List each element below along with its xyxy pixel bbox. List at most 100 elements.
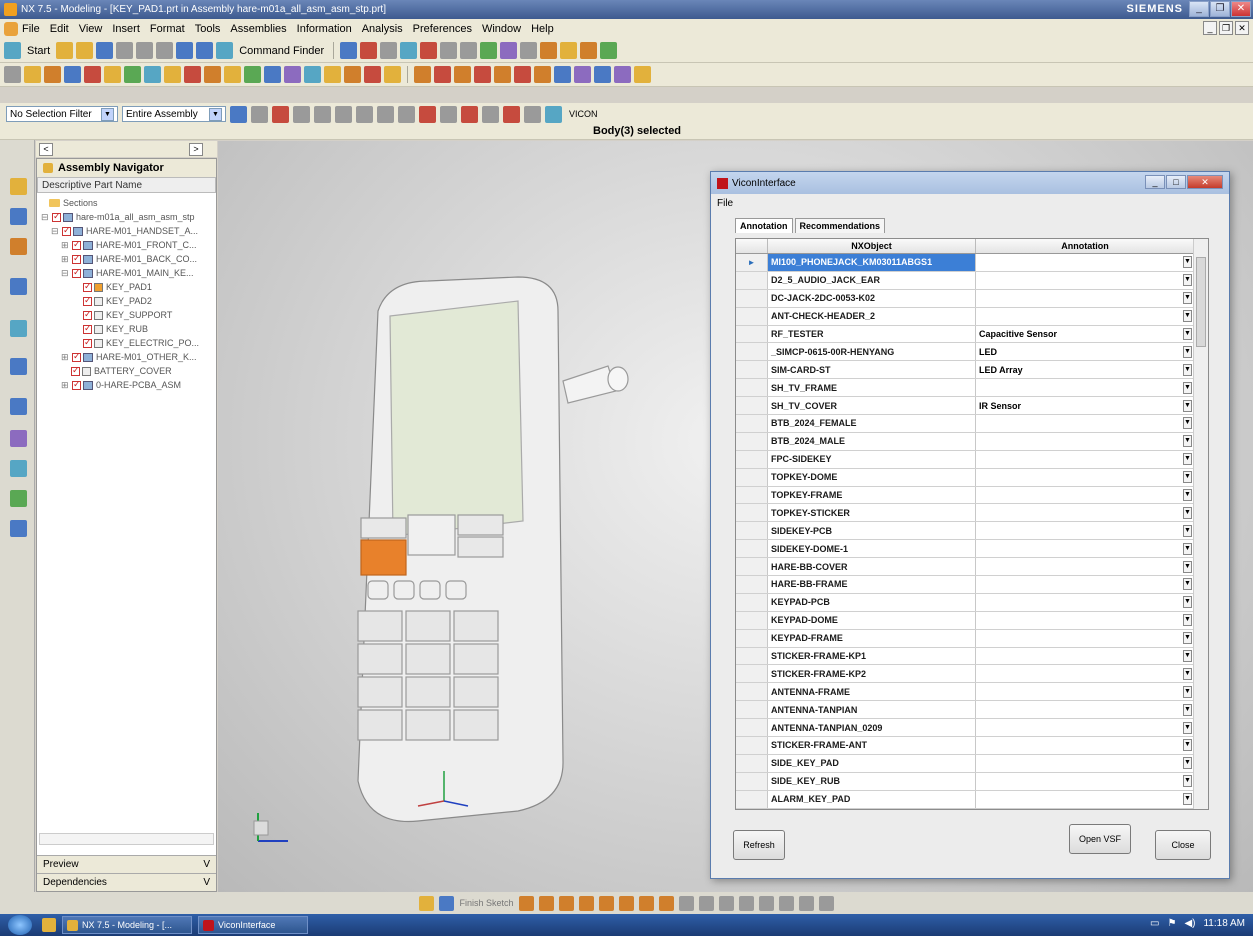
expand-toggle-icon[interactable]: ⊞: [61, 380, 70, 391]
sketch-task-icon[interactable]: [419, 895, 435, 911]
process-studio-icon[interactable]: [10, 460, 27, 477]
table-row[interactable]: ANT-CHECK-HEADER_2 ▼: [736, 307, 1208, 326]
dialog-file-menu[interactable]: File: [717, 198, 733, 209]
table-row[interactable]: KEYPAD-DOME ▼: [736, 611, 1208, 630]
dialog-minimize-button[interactable]: _: [1145, 175, 1165, 189]
tree-node[interactable]: ⊟ HARE-M01_HANDSET_A...: [37, 224, 216, 238]
expand-toggle-icon[interactable]: ⊞: [61, 254, 70, 265]
assembly-navigator-icon[interactable]: [10, 178, 27, 195]
general-selection-icon[interactable]: [230, 105, 247, 123]
row-selector[interactable]: [736, 379, 768, 397]
annotation-cell[interactable]: ▼: [976, 451, 1194, 468]
clearance-icon[interactable]: [594, 66, 611, 83]
menu-format[interactable]: Format: [150, 23, 185, 35]
nxobject-cell[interactable]: _SIMCP-0615-00R-HENYANG: [768, 343, 976, 361]
row-selector[interactable]: [736, 629, 768, 647]
system-scene-icon[interactable]: [10, 520, 27, 537]
command-finder-button[interactable]: Command Finder: [236, 45, 327, 57]
table-row[interactable]: STICKER-FRAME-KP1 ▼: [736, 647, 1208, 666]
table-row[interactable]: TOPKEY-FRAME ▼: [736, 486, 1208, 505]
table-row[interactable]: SIDEKEY-PCB ▼: [736, 522, 1208, 541]
row-selector[interactable]: [736, 647, 768, 665]
assembly-cut-icon[interactable]: [574, 66, 591, 83]
open-folder-icon[interactable]: [76, 42, 94, 59]
row-selector[interactable]: [736, 719, 768, 737]
chevron-down-icon[interactable]: ▼: [1183, 596, 1192, 609]
row-selector[interactable]: [736, 432, 768, 450]
row-selector[interactable]: [736, 486, 768, 504]
start-icon[interactable]: [4, 42, 21, 59]
polygon-icon[interactable]: [638, 895, 654, 911]
annotation-cell[interactable]: IR Sensor ▼: [976, 397, 1194, 414]
replace-component-icon[interactable]: [474, 66, 491, 83]
grid-scrollbar[interactable]: [1193, 239, 1208, 809]
annotation-cell[interactable]: ▼: [976, 308, 1194, 325]
snap-icon[interactable]: [580, 42, 598, 59]
chevron-down-icon[interactable]: V: [203, 859, 210, 870]
open-vsf-button[interactable]: Open VSF: [1069, 824, 1131, 854]
taskbar-nx-button[interactable]: NX 7.5 - Modeling - [...: [62, 916, 192, 934]
menu-edit[interactable]: Edit: [50, 23, 69, 35]
mate-component-icon[interactable]: [434, 66, 451, 83]
table-row[interactable]: TOPKEY-DOME ▼: [736, 468, 1208, 487]
shaded-icon[interactable]: [420, 42, 438, 59]
tree-node[interactable]: ⊟ hare-m01a_all_asm_asm_stp: [37, 210, 216, 224]
annotation-cell[interactable]: ▼: [976, 683, 1194, 700]
row-selector[interactable]: [736, 737, 768, 754]
tree-node[interactable]: ⊞ 0-HARE-PCBA_ASM: [37, 378, 216, 392]
move-component-icon[interactable]: [454, 66, 471, 83]
datum-plane-icon[interactable]: [124, 66, 141, 83]
annotation-cell[interactable]: ▼: [976, 415, 1194, 432]
start-menu-button[interactable]: Start: [24, 45, 53, 57]
hd3d-tools-icon[interactable]: [10, 320, 27, 337]
table-row[interactable]: _SIMCP-0615-00R-HENYANG LED ▼: [736, 343, 1208, 362]
offset-curve-icon[interactable]: [698, 895, 714, 911]
row-selector[interactable]: [736, 289, 768, 307]
tree-node[interactable]: KEY_ELECTRIC_PO...: [37, 336, 216, 350]
nxobject-cell[interactable]: STICKER-FRAME-KP1: [768, 647, 976, 665]
chevron-down-icon[interactable]: ▼: [1183, 310, 1192, 323]
undo-icon[interactable]: [176, 42, 194, 59]
annotation-cell[interactable]: ▼: [976, 379, 1194, 396]
annotation-cell[interactable]: ▼: [976, 773, 1194, 790]
studio-spline-icon[interactable]: [678, 895, 694, 911]
snap-point-icon[interactable]: [272, 105, 289, 123]
annotation-cell[interactable]: ▼: [976, 290, 1194, 307]
nx-menu-icon[interactable]: [4, 22, 18, 36]
annotation-cell[interactable]: ▼: [976, 630, 1194, 647]
table-row[interactable]: SH_TV_FRAME ▼: [736, 379, 1208, 398]
row-selector[interactable]: [736, 558, 768, 576]
reuse-library-icon[interactable]: [10, 278, 27, 295]
pattern-icon[interactable]: [304, 66, 321, 83]
chevron-down-icon[interactable]: ▼: [1183, 506, 1192, 519]
profile-icon[interactable]: [518, 895, 534, 911]
arc-center-icon[interactable]: [377, 105, 394, 123]
table-row[interactable]: ► MI100_PHONEJACK_KM03011ABGS1 ▼: [736, 254, 1208, 272]
annotation-cell[interactable]: ▼: [976, 433, 1194, 450]
quick-trim-icon[interactable]: [718, 895, 734, 911]
row-selector[interactable]: [736, 361, 768, 379]
menu-information[interactable]: Information: [297, 23, 352, 35]
zoom-icon[interactable]: [360, 42, 378, 59]
annotation-cell[interactable]: ▼: [976, 701, 1194, 718]
key-pad1-highlight[interactable]: [360, 539, 407, 576]
analysis-icon[interactable]: [540, 42, 558, 59]
annotation-cell[interactable]: ▼: [976, 719, 1194, 736]
end-point-icon[interactable]: [293, 105, 310, 123]
quadrant-point-icon[interactable]: [398, 105, 415, 123]
chevron-down-icon[interactable]: ▼: [1183, 417, 1192, 430]
visibility-checkbox[interactable]: [72, 267, 81, 278]
chevron-down-icon[interactable]: ▼: [1183, 721, 1192, 734]
clock[interactable]: 11:18 AM: [1203, 918, 1245, 929]
nxobject-cell[interactable]: KEYPAD-PCB: [768, 593, 976, 611]
arc-icon[interactable]: [558, 895, 574, 911]
visibility-checkbox[interactable]: [83, 323, 92, 334]
nxobject-cell[interactable]: BTB_2024_FEMALE: [768, 415, 976, 432]
mid-point-icon[interactable]: [314, 105, 331, 123]
row-selector[interactable]: [736, 522, 768, 540]
nxobject-cell[interactable]: ANT-CHECK-HEADER_2: [768, 307, 976, 325]
preview-panel[interactable]: Preview V: [37, 855, 216, 873]
chevron-down-icon[interactable]: ▼: [1183, 632, 1192, 645]
table-row[interactable]: HARE-BB-FRAME ▼: [736, 576, 1208, 594]
chevron-right-icon[interactable]: >: [189, 142, 203, 156]
